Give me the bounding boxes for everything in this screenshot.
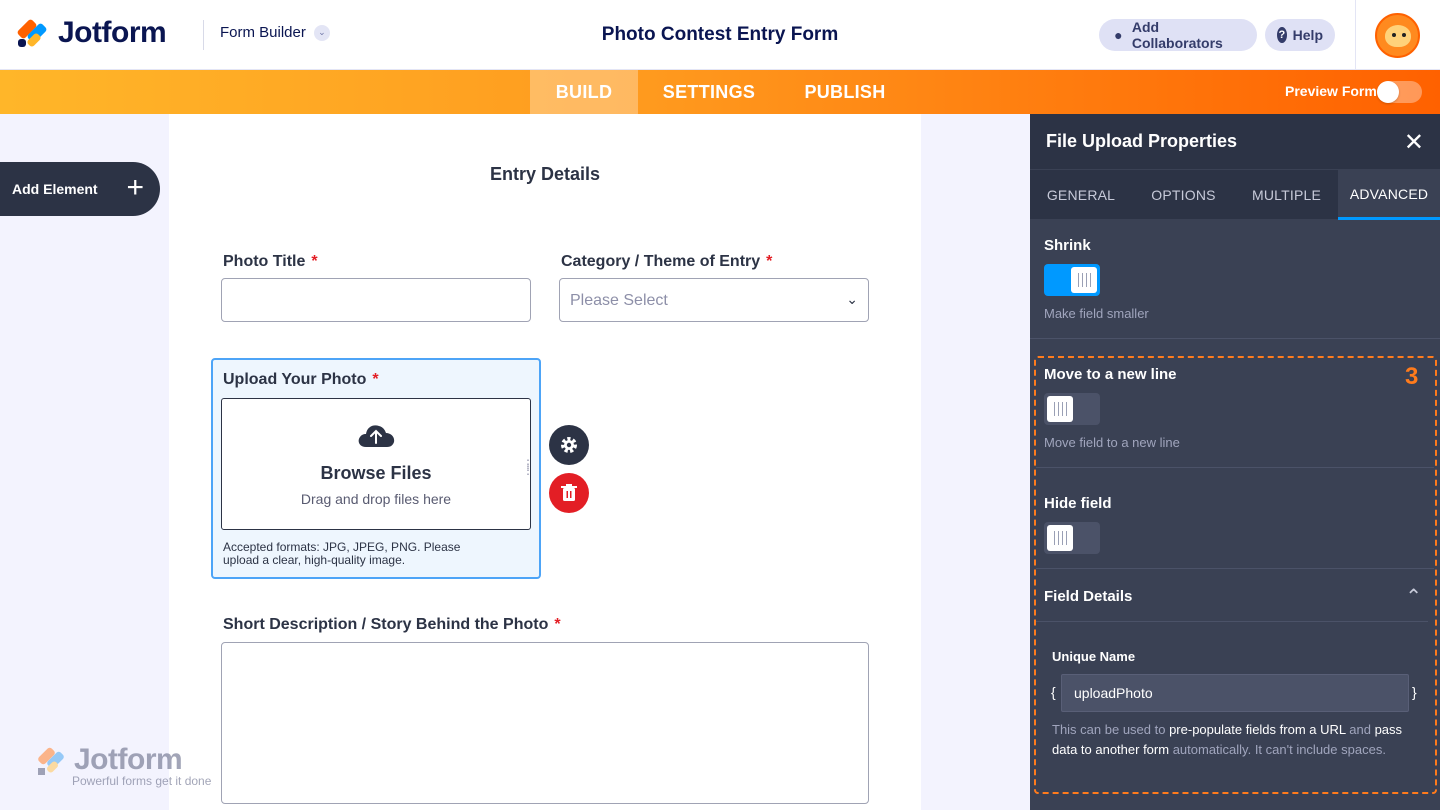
description-label: Short Description / Story Behind the Pho… [223, 616, 561, 634]
required-mark: * [311, 253, 318, 270]
jotform-logo[interactable]: Jotform [16, 16, 167, 50]
tab-build[interactable]: BUILD [530, 70, 638, 114]
tab-advanced[interactable]: ADVANCED [1338, 170, 1440, 220]
add-element-button[interactable]: Add Element + [0, 162, 160, 216]
required-mark: * [554, 616, 561, 633]
form-title[interactable]: Photo Contest Entry Form [520, 24, 920, 46]
plus-icon: + [126, 171, 144, 204]
drag-handle-icon[interactable]: ⋮ ⋮ [522, 458, 534, 476]
browse-files-text[interactable]: Browse Files [222, 463, 530, 484]
description-label-text: Short Description / Story Behind the Pho… [223, 616, 549, 633]
help-text-2: and [1345, 722, 1375, 737]
tab-multiple[interactable]: MULTIPLE [1235, 170, 1338, 220]
add-collaborators-label: Add Collaborators [1131, 19, 1223, 51]
category-select[interactable]: Please Select ⌄ [559, 278, 869, 322]
panel-tabs: GENERAL OPTIONS MULTIPLE ADVANCED [1030, 169, 1440, 220]
tab-options[interactable]: OPTIONS [1132, 170, 1235, 220]
header-separator [1355, 0, 1356, 70]
avatar-eye-left [1392, 33, 1396, 37]
avatar[interactable] [1375, 13, 1420, 58]
tab-settings[interactable]: SETTINGS [638, 70, 780, 114]
required-mark: * [766, 253, 773, 270]
divider [1030, 338, 1440, 339]
upload-label: Upload Your Photo * [223, 371, 379, 389]
toggle-knob [1377, 81, 1399, 103]
form-builder-label: Form Builder [220, 24, 306, 41]
help-text-3: automatically. It can't include spaces. [1169, 742, 1386, 757]
help-button[interactable]: ? Help [1265, 19, 1335, 51]
photo-title-input[interactable] [221, 278, 531, 322]
step-marker: 3 [1405, 363, 1419, 390]
watermark-logo-text: Jotform [74, 743, 183, 776]
help-label: Help [1292, 27, 1323, 43]
close-brace: } [1412, 684, 1417, 700]
help-text-bold-1: pre-populate fields from a URL [1169, 722, 1346, 737]
panel-header: File Upload Properties ✕ [1030, 114, 1440, 169]
required-mark: * [372, 371, 379, 388]
add-element-label: Add Element [12, 181, 98, 197]
photo-title-label-text: Photo Title [223, 253, 306, 270]
question-icon: ? [1277, 27, 1287, 43]
chevron-down-icon: ⌄ [313, 24, 330, 41]
toggle-knob [1071, 267, 1097, 293]
top-header: Jotform Form Builder ⌄ Photo Contest Ent… [0, 0, 1440, 70]
file-dropzone[interactable]: Browse Files Drag and drop files here [221, 398, 531, 530]
section-title: Entry Details [489, 164, 601, 184]
shrink-description: Make field smaller [1044, 306, 1149, 321]
user-icon: ● [1114, 27, 1123, 43]
watermark-tagline: Powerful forms get it done [72, 774, 212, 788]
preview-form-toggle[interactable] [1377, 81, 1422, 103]
delete-field-button[interactable] [549, 473, 589, 513]
header-divider [203, 20, 204, 50]
drag-drop-text: Drag and drop files here [300, 491, 452, 507]
jotform-logo-icon [16, 17, 50, 49]
jotform-watermark-icon [36, 746, 68, 777]
shrink-toggle[interactable] [1044, 264, 1100, 296]
description-textarea[interactable] [221, 642, 869, 804]
gear-icon [561, 437, 577, 453]
trash-icon [561, 484, 577, 501]
preview-form-label: Preview Form [1285, 83, 1377, 99]
close-icon[interactable]: ✕ [1404, 128, 1424, 157]
help-text-1: This can be used to [1052, 722, 1170, 737]
avatar-face [1385, 25, 1411, 47]
logo-text: Jotform [58, 16, 167, 49]
unique-name-help: This can be used to pre-populate fields … [1052, 720, 1412, 760]
photo-title-label: Photo Title * [223, 253, 318, 271]
category-label: Category / Theme of Entry * [561, 253, 772, 271]
cloud-upload-icon [358, 425, 395, 447]
category-label-text: Category / Theme of Entry [561, 253, 761, 270]
upload-field-card[interactable]: Upload Your Photo * Browse Files Drag and… [211, 358, 541, 579]
form-builder-dropdown[interactable]: Form Builder ⌄ [220, 24, 330, 41]
avatar-eye-right [1402, 33, 1406, 37]
tab-publish[interactable]: PUBLISH [780, 70, 910, 114]
chevron-down-icon: ⌄ [846, 291, 858, 307]
accepted-formats-text: Accepted formats: JPG, JPEG, PNG. Please… [223, 540, 461, 567]
category-placeholder: Please Select [570, 292, 668, 309]
open-brace: { [1051, 684, 1056, 700]
field-properties-button[interactable] [549, 425, 589, 465]
shrink-label: Shrink [1044, 237, 1091, 254]
tab-general[interactable]: GENERAL [1030, 170, 1132, 220]
panel-title: File Upload Properties [1046, 131, 1238, 151]
form-canvas: Entry Details Photo Title * Category / Th… [169, 114, 921, 810]
upload-label-text: Upload Your Photo [223, 371, 367, 388]
add-collaborators-button[interactable]: ● Add Collaborators [1099, 19, 1257, 51]
unique-name-input[interactable]: uploadPhoto [1061, 674, 1409, 712]
builder-navbar: BUILD SETTINGS PUBLISH Preview Form [0, 70, 1440, 114]
